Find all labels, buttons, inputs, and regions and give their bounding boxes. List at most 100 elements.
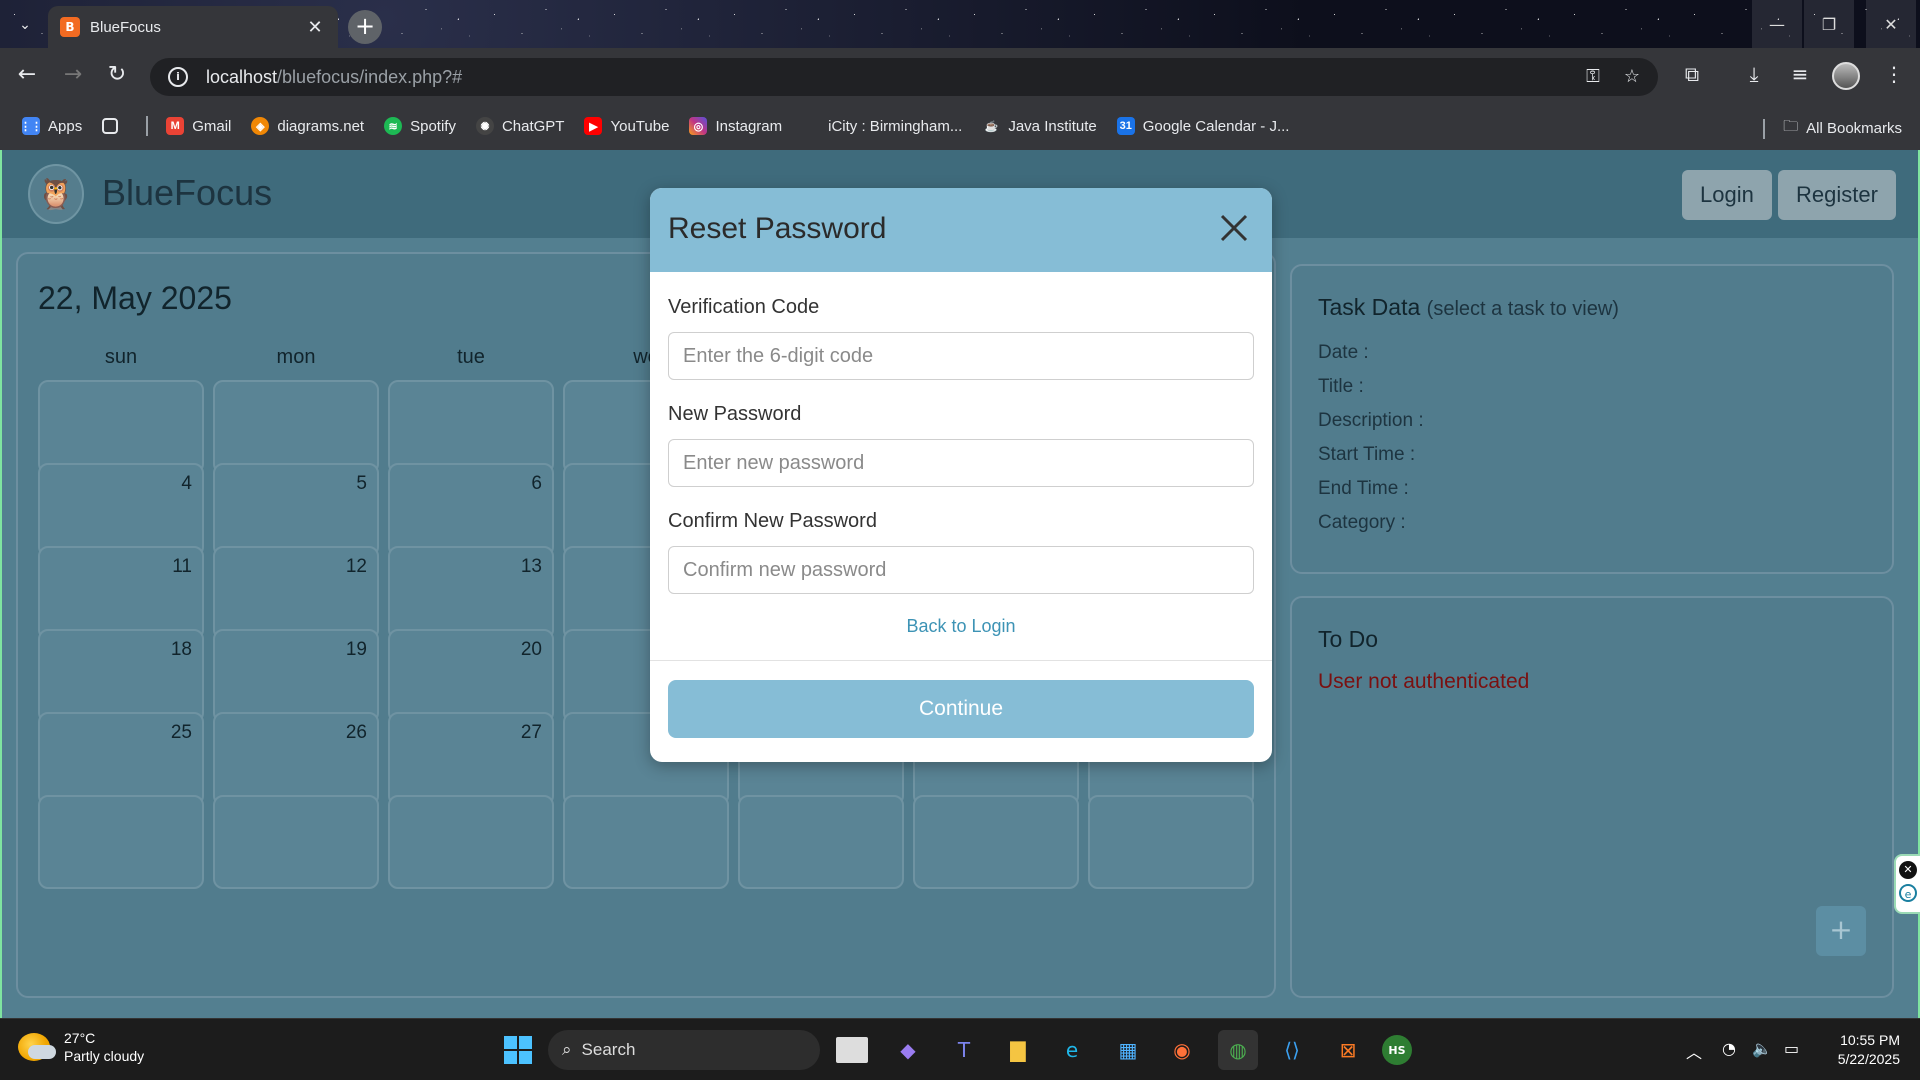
confirm-password-input[interactable] <box>668 546 1254 594</box>
close-icon[interactable] <box>1214 208 1254 248</box>
bookmark-java-institute[interactable]: ☕ Java Institute <box>982 117 1096 135</box>
extensions-icon[interactable]: ⧉ <box>1678 62 1706 86</box>
bookmark-label: Instagram <box>715 117 783 135</box>
modal-header: Reset Password <box>650 188 1272 272</box>
tab-groups-icon[interactable] <box>102 118 126 134</box>
firefox-icon[interactable]: ◉ <box>1162 1030 1202 1070</box>
widget-e-icon[interactable]: e <box>1899 884 1917 902</box>
back-to-login-link[interactable]: Back to Login <box>650 616 1272 637</box>
volume-icon[interactable]: 🔈 <box>1752 1039 1772 1058</box>
bookmark-label: YouTube <box>610 117 670 135</box>
calendar-day-cell[interactable] <box>213 795 379 889</box>
taskbar-search[interactable]: ⌕ Search <box>548 1030 820 1070</box>
bookmark-label: Google Calendar - J... <box>1142 117 1290 135</box>
back-icon[interactable]: ← <box>12 60 42 90</box>
calendar-day-cell[interactable]: 27 <box>388 712 554 806</box>
hs-app-icon[interactable]: HS <box>1382 1035 1412 1065</box>
menu-kebab-icon[interactable]: ⋮ <box>1880 62 1908 86</box>
tray-chevron-icon[interactable]: ︿ <box>1686 1039 1702 1063</box>
chrome-icon[interactable]: ◍ <box>1218 1030 1258 1070</box>
calendar-day-cell[interactable]: 4 <box>38 463 204 557</box>
forward-icon[interactable]: → <box>58 60 88 90</box>
bookmark-label: diagrams.net <box>277 117 365 135</box>
calendar-day-cell[interactable] <box>1088 795 1254 889</box>
download-icon[interactable]: ⤓ <box>1740 62 1768 86</box>
task-view-icon[interactable] <box>836 1037 868 1063</box>
bookmark-star-icon[interactable]: ☆ <box>1624 66 1640 87</box>
maximize-icon[interactable]: ❐ <box>1804 0 1854 48</box>
file-explorer-icon[interactable]: ▇ <box>998 1030 1038 1070</box>
calendar-day-cell[interactable] <box>388 795 554 889</box>
bookmark-gmail[interactable]: M Gmail <box>166 117 231 135</box>
profile-avatar[interactable] <box>1832 62 1860 90</box>
verification-code-input[interactable] <box>668 332 1254 380</box>
calendar-day-number: 27 <box>520 722 542 743</box>
reload-icon[interactable]: ↻ <box>102 60 132 90</box>
edge-icon[interactable]: e <box>1052 1030 1092 1070</box>
bookmark-youtube[interactable]: ▶ YouTube <box>584 117 669 135</box>
calendar-day-cell[interactable] <box>738 795 904 889</box>
calendar-day-cell[interactable] <box>563 795 729 889</box>
register-button[interactable]: Register <box>1778 170 1896 220</box>
site-info-icon[interactable]: i <box>168 67 188 87</box>
store-icon[interactable]: ▦ <box>1108 1030 1148 1070</box>
bookmark-label: Spotify <box>410 117 456 135</box>
all-bookmarks[interactable]: 🗀 All Bookmarks <box>1763 116 1902 141</box>
calendar-day-cell[interactable]: 20 <box>388 629 554 723</box>
login-button[interactable]: Login <box>1682 170 1772 220</box>
media-queue-icon[interactable]: ≡ <box>1786 62 1814 86</box>
bookmark-icity[interactable]: iCity : Birmingham... <box>802 117 962 135</box>
teams-icon[interactable]: T <box>944 1030 984 1070</box>
calendar-day-cell[interactable]: 5 <box>213 463 379 557</box>
tab-search-icon[interactable]: ⌄ <box>12 12 38 38</box>
widget-close-icon[interactable]: ✕ <box>1899 861 1917 879</box>
calendar-day-cell[interactable]: 12 <box>213 546 379 640</box>
calendar-day-cell[interactable] <box>913 795 1079 889</box>
calendar-day-cell[interactable] <box>388 380 554 474</box>
bookmarks-divider <box>1763 118 1766 139</box>
bookmarks-divider <box>146 116 149 136</box>
xampp-icon[interactable]: ⊠ <box>1328 1030 1368 1070</box>
continue-button[interactable]: Continue <box>668 680 1254 738</box>
new-password-input[interactable] <box>668 439 1254 487</box>
password-key-icon[interactable]: ⚿ <box>1586 66 1600 87</box>
weather-widget[interactable]: 27°C Partly cloudy <box>18 1029 144 1065</box>
calendar-day-cell[interactable]: 19 <box>213 629 379 723</box>
calendar-day-cell[interactable]: 11 <box>38 546 204 640</box>
battery-icon[interactable]: ▭ <box>1784 1039 1799 1058</box>
calendar-day-cell[interactable]: 13 <box>388 546 554 640</box>
browser-tab-bar: ⌄ B BlueFocus ✕ + — ❐ ✕ <box>0 0 1920 48</box>
calendar-day-cell[interactable]: 25 <box>38 712 204 806</box>
address-bar[interactable]: i localhost/bluefocus/index.php?# ⚿ ☆ <box>150 58 1658 96</box>
calendar-day-cell[interactable] <box>38 380 204 474</box>
bookmark-chatgpt[interactable]: ✺ ChatGPT <box>475 117 564 135</box>
close-window-icon[interactable]: ✕ <box>1866 0 1916 48</box>
calendar-day-cell[interactable] <box>213 380 379 474</box>
calendar-day-number: 13 <box>520 556 542 577</box>
system-clock[interactable]: 10:55 PM 5/22/2025 <box>1820 1031 1900 1069</box>
tab-close-icon[interactable]: ✕ <box>304 17 326 38</box>
all-bookmarks-label: All Bookmarks <box>1806 120 1902 137</box>
todo-panel: To Do User not authenticated + <box>1290 596 1894 998</box>
bookmark-google-calendar[interactable]: 31 Google Calendar - J... <box>1116 117 1290 135</box>
wifi-icon[interactable]: ◔ <box>1722 1039 1736 1058</box>
bookmark-spotify[interactable]: ≋ Spotify <box>384 117 456 135</box>
new-tab-button[interactable]: + <box>348 10 382 44</box>
copilot-icon[interactable]: ◆ <box>888 1030 928 1070</box>
bookmark-instagram[interactable]: ◎ Instagram <box>689 117 782 135</box>
vscode-icon[interactable]: ⟨⟩ <box>1272 1030 1312 1070</box>
bookmark-label: iCity : Birmingham... <box>828 117 963 135</box>
calendar-day-cell[interactable]: 18 <box>38 629 204 723</box>
bookmark-diagrams[interactable]: ◈ diagrams.net <box>251 117 364 135</box>
add-task-button[interactable]: + <box>1816 906 1866 956</box>
minimize-icon[interactable]: — <box>1752 0 1802 48</box>
task-start-time-label: Start Time : <box>1318 444 1416 465</box>
start-windows-icon[interactable] <box>498 1030 538 1070</box>
calendar-day-cell[interactable]: 6 <box>388 463 554 557</box>
calendar-day-cell[interactable]: 26 <box>213 712 379 806</box>
browser-tab[interactable]: B BlueFocus ✕ <box>48 6 338 48</box>
calendar-day-cell[interactable] <box>38 795 204 889</box>
tab-favicon-icon: B <box>60 17 80 37</box>
url-text[interactable]: localhost/bluefocus/index.php?# <box>206 67 462 88</box>
bookmark-apps[interactable]: ⋮⋮ Apps <box>20 117 82 135</box>
